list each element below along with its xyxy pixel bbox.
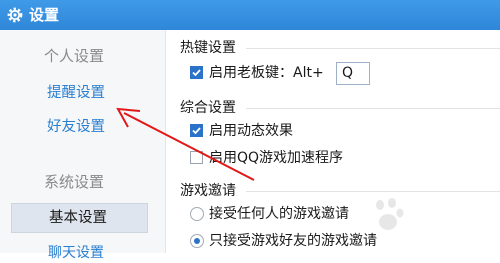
- sidebar-item-partial[interactable]: 聊天设置: [48, 243, 104, 263]
- hotkey-divider: [246, 48, 500, 49]
- boss-key-input[interactable]: Q: [336, 62, 370, 85]
- check-icon: [192, 127, 201, 135]
- baidu-paw-icon: [376, 198, 404, 230]
- sidebar-item-basic[interactable]: 基本设置: [11, 203, 148, 233]
- check-icon: [192, 69, 201, 77]
- general-divider: [246, 108, 500, 109]
- boss-key-label: 启用老板键：Alt+: [209, 65, 324, 81]
- watermark: [370, 195, 495, 240]
- accelerator-label: 启用QQ游戏加速程序: [209, 150, 344, 166]
- title-bar: 设置: [0, 0, 500, 30]
- sidebar-item-basic-label: 基本设置: [49, 210, 107, 226]
- animation-label: 启用动态效果: [209, 123, 293, 139]
- system-settings-header: 系统设置: [44, 173, 105, 191]
- sidebar-item-reminder[interactable]: 提醒设置: [47, 83, 105, 103]
- window-title: 设置: [29, 6, 60, 24]
- invite-friends-radio[interactable]: [190, 234, 204, 248]
- personal-settings-header: 个人设置: [44, 47, 105, 65]
- sidebar-item-friends[interactable]: 好友设置: [47, 117, 105, 137]
- invite-divider: [246, 191, 500, 192]
- accelerator-checkbox[interactable]: [190, 151, 203, 164]
- invite-anyone-radio[interactable]: [190, 207, 204, 221]
- invite-friends-label: 只接受游戏好友的游戏邀请: [209, 233, 377, 249]
- hotkey-section-title: 热键设置: [180, 40, 236, 56]
- invite-section-title: 游戏邀请: [180, 183, 236, 199]
- radio-selected-dot: [194, 238, 200, 244]
- gear-icon: [7, 7, 23, 23]
- boss-key-checkbox[interactable]: [190, 66, 203, 79]
- invite-anyone-label: 接受任何人的游戏邀请: [209, 206, 349, 222]
- general-section-title: 综合设置: [180, 100, 236, 116]
- sidebar: 个人设置 提醒设置 好友设置 系统设置 基本设置: [0, 30, 166, 253]
- animation-checkbox[interactable]: [190, 124, 203, 137]
